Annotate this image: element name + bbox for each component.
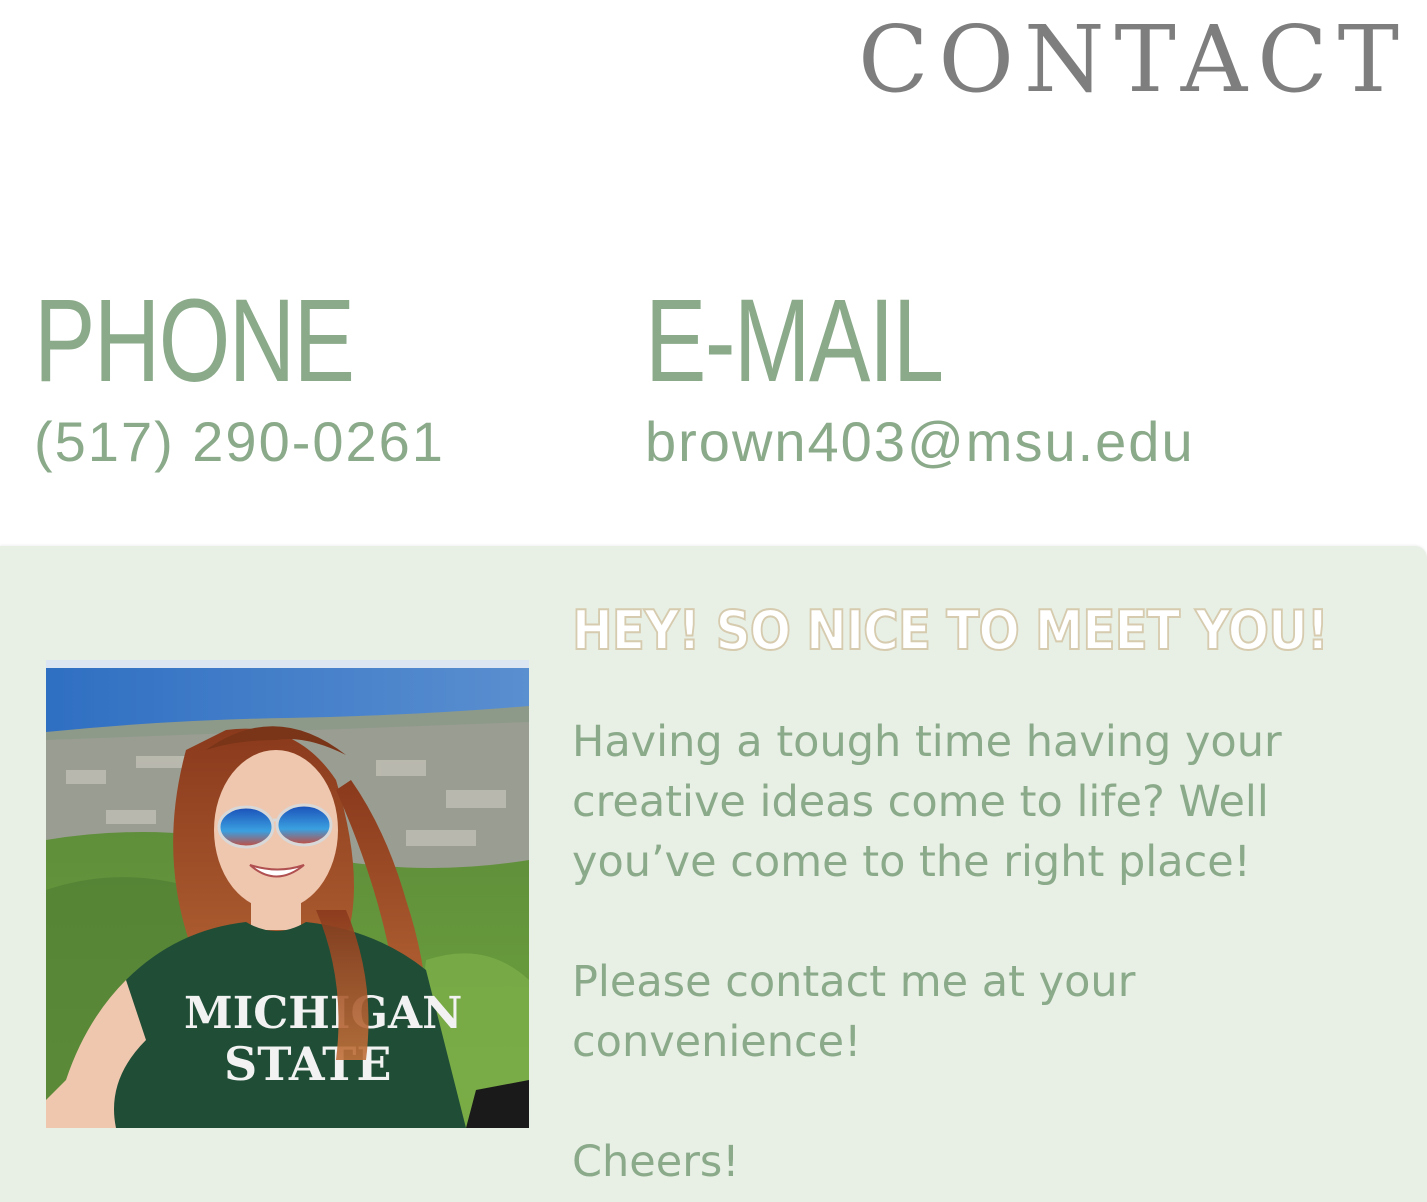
message-body: Having a tough time having your creative… bbox=[572, 712, 1292, 1192]
greeting-heading: HEY! SO NICE TO MEET YOU! bbox=[571, 599, 1330, 662]
message-paragraph-contact: Please contact me at your convenience! bbox=[572, 957, 1136, 1067]
shirt-text-line1: MICHIGAN bbox=[184, 988, 462, 1039]
email-address[interactable]: brown403@msu.edu bbox=[645, 414, 1195, 470]
phone-section: PHONE (517) 290-0261 bbox=[34, 282, 445, 470]
about-panel: MICHIGAN STATE HEY! SO NICE TO MEET YOU!… bbox=[0, 546, 1427, 1202]
profile-photo: MICHIGAN STATE bbox=[46, 660, 529, 1128]
message-paragraph-signoff: Cheers! bbox=[572, 1137, 740, 1187]
phone-number[interactable]: (517) 290-0261 bbox=[34, 414, 445, 470]
phone-heading: PHONE bbox=[34, 275, 355, 407]
email-heading: E-MAIL bbox=[645, 275, 944, 407]
email-section: E-MAIL brown403@msu.edu bbox=[645, 282, 1195, 470]
page-title: CONTACT bbox=[858, 6, 1409, 113]
message-paragraph-intro: Having a tough time having your creative… bbox=[572, 717, 1282, 887]
